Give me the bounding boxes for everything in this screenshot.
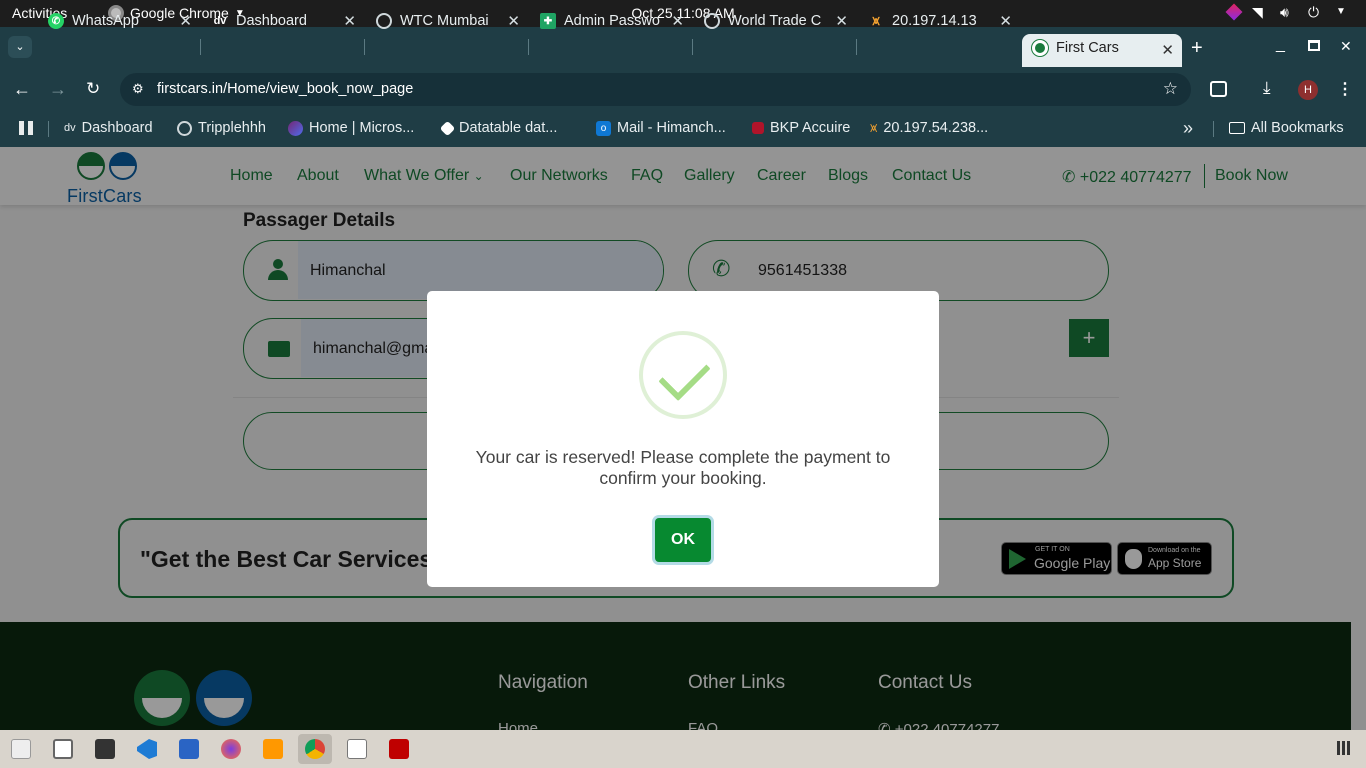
bookmark-label: Tripplehhh — [198, 120, 266, 136]
power-apps-icon — [288, 120, 303, 136]
forward-icon[interactable]: → — [49, 79, 67, 100]
new-tab-icon[interactable]: + — [1191, 37, 1203, 60]
taskbar — [0, 730, 1366, 768]
terminal-icon[interactable] — [95, 739, 115, 759]
download-icon[interactable]: ⤓ — [1263, 78, 1271, 98]
address-bar[interactable]: ⚙ firstcars.in/Home/view_book_now_page ☆ — [120, 73, 1191, 106]
notes-icon[interactable] — [347, 739, 367, 759]
bookmark-datatable[interactable]: Datatable dat... — [439, 120, 558, 136]
bookmark-ip-address[interactable]: ⩙ 20.197.54.238... — [870, 120, 988, 136]
globe-icon — [177, 120, 192, 136]
folder-icon — [1229, 122, 1245, 134]
all-bookmarks-label: All Bookmarks — [1251, 120, 1344, 136]
url-text[interactable]: firstcars.in/Home/view_book_now_page — [157, 81, 413, 97]
close-icon[interactable]: ✕ — [835, 12, 848, 30]
power-icon: ⏻ — [1308, 4, 1320, 20]
bookmark-bkp-accuire[interactable]: BKP Accuire — [752, 120, 850, 136]
files-manager-icon[interactable] — [11, 739, 31, 759]
text-editor-icon[interactable] — [179, 739, 199, 759]
nautilus-icon[interactable] — [53, 739, 73, 759]
bookmark-home-microsoft[interactable]: Home | Micros... — [288, 120, 414, 136]
reload-icon[interactable]: ↻ — [86, 79, 100, 99]
bookmark-label: Dashboard — [81, 120, 153, 136]
chrome-icon[interactable] — [305, 739, 325, 759]
tab-first-cars[interactable]: First Cars ✕ — [1022, 34, 1182, 67]
wifi-icon: ◥ — [1252, 4, 1263, 20]
close-icon[interactable]: ✕ — [343, 12, 356, 30]
sheets-icon: ✚ — [540, 13, 556, 29]
dv-icon: dv — [213, 15, 227, 27]
tab-world-trade[interactable]: World Trade C ✕ — [696, 7, 856, 35]
globe-icon — [376, 13, 392, 29]
success-check-icon — [639, 331, 727, 419]
chevron-down-icon: ▼ — [1336, 6, 1346, 17]
bookmark-tripplehhh[interactable]: Tripplehhh — [177, 120, 266, 136]
whatsapp-icon: ✆ — [48, 13, 64, 29]
volume-icon: 🔊︎ — [1280, 4, 1289, 20]
success-dialog: Your car is reserved! Please complete th… — [427, 291, 939, 587]
tab-search-button[interactable]: ⌄ — [8, 36, 32, 58]
dv-icon: dv — [64, 122, 76, 134]
tab-whatsapp[interactable]: ✆ WhatsApp ✕ — [40, 7, 200, 35]
dialog-message: Your car is reserved! Please complete th… — [475, 447, 891, 488]
site-info-icon[interactable]: ⚙ — [132, 81, 144, 97]
tab-wtc-mumbai[interactable]: WTC Mumbai ✕ — [368, 7, 528, 35]
ok-button[interactable]: OK — [655, 518, 711, 562]
bookmarks-overflow-icon[interactable]: » — [1183, 118, 1193, 139]
close-icon[interactable]: ✕ — [999, 12, 1012, 30]
bookmark-label: Datatable dat... — [459, 120, 558, 136]
globe-icon — [704, 13, 720, 29]
first-cars-icon — [1032, 39, 1048, 56]
tab-dashboard[interactable]: dv Dashboard ✕ — [204, 7, 364, 35]
vscode-icon[interactable] — [137, 739, 157, 759]
back-icon[interactable]: ← — [13, 79, 31, 100]
close-icon[interactable]: ✕ — [507, 12, 520, 30]
extensions-icon[interactable] — [1210, 81, 1227, 97]
filezilla-icon[interactable] — [389, 739, 409, 759]
tab-ip-address[interactable]: ⩙ 20.197.14.13 ✕ — [860, 7, 1020, 35]
tab-admin-password[interactable]: ✚ Admin Passwo ✕ — [532, 7, 692, 35]
bookmark-mail[interactable]: o Mail - Himanch... — [596, 120, 726, 136]
bkp-icon — [752, 122, 764, 134]
all-bookmarks[interactable]: All Bookmarks — [1229, 120, 1344, 136]
bookmarks-bar: dv Dashboard Tripplehhh Home | Micros...… — [0, 111, 1366, 147]
close-icon[interactable]: ✕ — [1161, 41, 1174, 59]
menu-icon[interactable]: ⋮ — [1337, 79, 1353, 99]
star-icon[interactable]: ☆ — [1163, 79, 1178, 99]
datatable-icon — [439, 120, 456, 136]
bookmark-label: 20.197.54.238... — [883, 120, 989, 136]
maximize-icon[interactable] — [1308, 40, 1320, 51]
firefox-icon[interactable] — [221, 739, 241, 759]
bookmark-label: Mail - Himanch... — [617, 120, 726, 136]
bookmark-label: Home | Micros... — [309, 120, 415, 136]
minimize-icon[interactable]: _ — [1276, 36, 1285, 54]
outlook-icon: o — [596, 120, 611, 136]
sublime-icon[interactable] — [263, 739, 283, 759]
tomcat-icon: ⩙ — [870, 120, 878, 135]
close-icon[interactable]: ✕ — [671, 12, 684, 30]
bookmark-label: BKP Accuire — [770, 120, 851, 136]
close-window-icon[interactable]: ✕ — [1340, 38, 1352, 55]
profile-avatar[interactable]: H — [1298, 80, 1318, 100]
apps-icon[interactable] — [19, 121, 33, 135]
bookmark-dashboard[interactable]: dv Dashboard — [64, 120, 153, 136]
close-icon[interactable]: ✕ — [179, 12, 192, 30]
show-apps-icon[interactable] — [1337, 741, 1351, 755]
tomcat-icon: ⩙ — [872, 13, 880, 28]
system-tray[interactable]: ◥ 🔊︎ ⏻ ▼ — [1225, 3, 1352, 21]
color-picker-icon — [1225, 3, 1243, 21]
